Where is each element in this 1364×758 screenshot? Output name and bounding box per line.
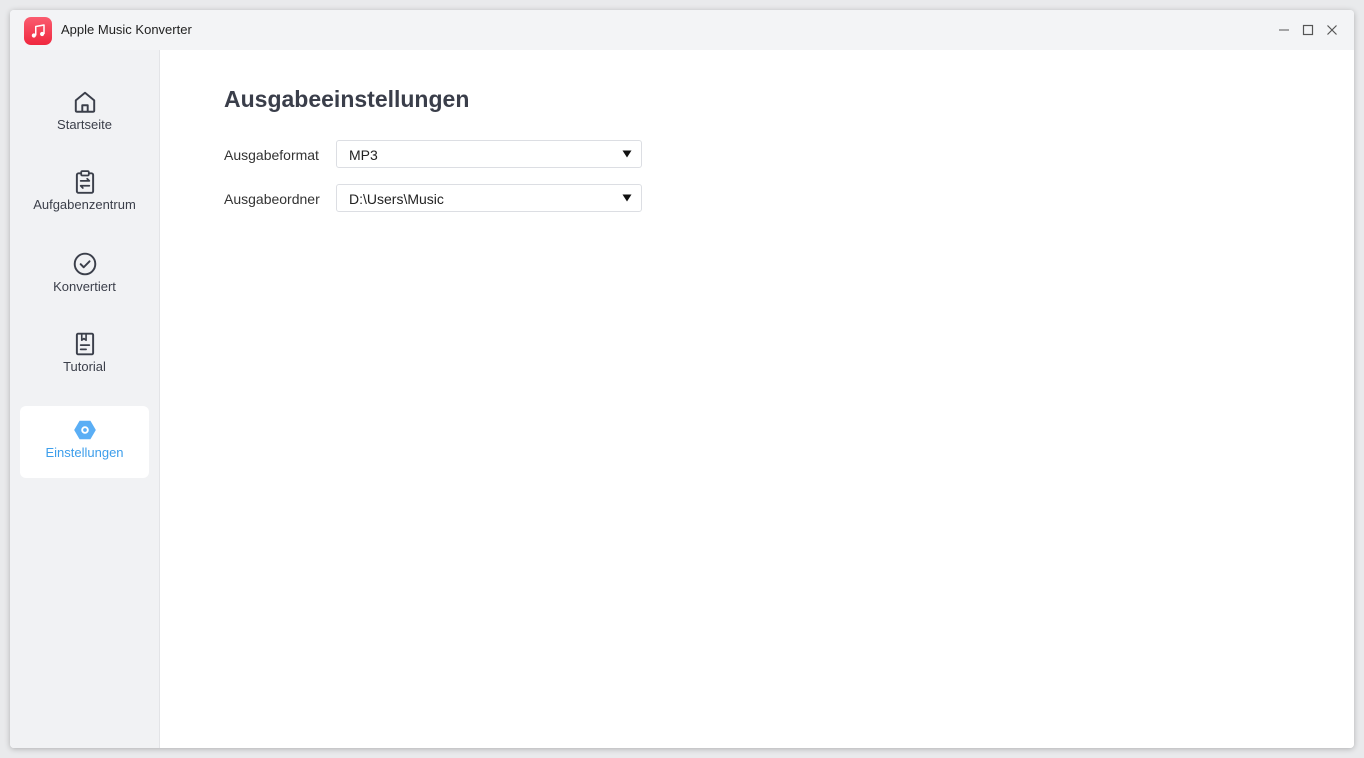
home-icon bbox=[71, 88, 99, 116]
output-folder-select[interactable]: D:\Users\Music bbox=[336, 184, 642, 212]
output-format-label: Ausgabeformat bbox=[224, 147, 319, 163]
sidebar-item-einstellungen[interactable]: Einstellungen bbox=[20, 406, 149, 478]
output-folder-label: Ausgabeordner bbox=[224, 191, 320, 207]
settings-panel: Ausgabeeinstellungen Ausgabeformat MP3 A… bbox=[160, 50, 1354, 748]
sidebar-item-aufgabenzentrum[interactable]: Aufgabenzentrum bbox=[20, 158, 149, 230]
app-window: Apple Music Konverter Startseite Aufgabe… bbox=[10, 10, 1354, 748]
output-folder-value: D:\Users\Music bbox=[349, 191, 444, 207]
page-title: Ausgabeeinstellungen bbox=[224, 86, 470, 112]
sidebar-item-label: Einstellungen bbox=[45, 445, 124, 460]
gear-icon bbox=[71, 416, 99, 444]
sidebar-item-label: Startseite bbox=[57, 117, 112, 132]
book-icon bbox=[71, 330, 99, 358]
sidebar-item-label: Aufgabenzentrum bbox=[33, 197, 136, 212]
check-circle-icon bbox=[71, 250, 99, 278]
output-format-select[interactable]: MP3 bbox=[336, 140, 642, 168]
sidebar-item-startseite[interactable]: Startseite bbox=[20, 78, 149, 150]
maximize-icon[interactable] bbox=[1298, 20, 1318, 40]
title-bar[interactable]: Apple Music Konverter bbox=[10, 10, 1354, 50]
sidebar-item-konvertiert[interactable]: Konvertiert bbox=[20, 240, 149, 312]
minimize-icon[interactable] bbox=[1274, 20, 1294, 40]
sidebar: Startseite Aufgabenzentrum Konvertiert T… bbox=[10, 50, 160, 748]
app-title: Apple Music Konverter bbox=[61, 22, 192, 37]
dropdown-arrow-icon bbox=[621, 192, 633, 204]
sidebar-item-tutorial[interactable]: Tutorial bbox=[20, 320, 149, 392]
output-format-value: MP3 bbox=[349, 147, 378, 163]
clipboard-icon bbox=[71, 168, 99, 196]
sidebar-item-label: Konvertiert bbox=[53, 279, 116, 294]
music-note-icon bbox=[24, 17, 52, 45]
close-icon[interactable] bbox=[1322, 20, 1342, 40]
sidebar-item-label: Tutorial bbox=[63, 359, 106, 374]
dropdown-arrow-icon bbox=[621, 148, 633, 160]
